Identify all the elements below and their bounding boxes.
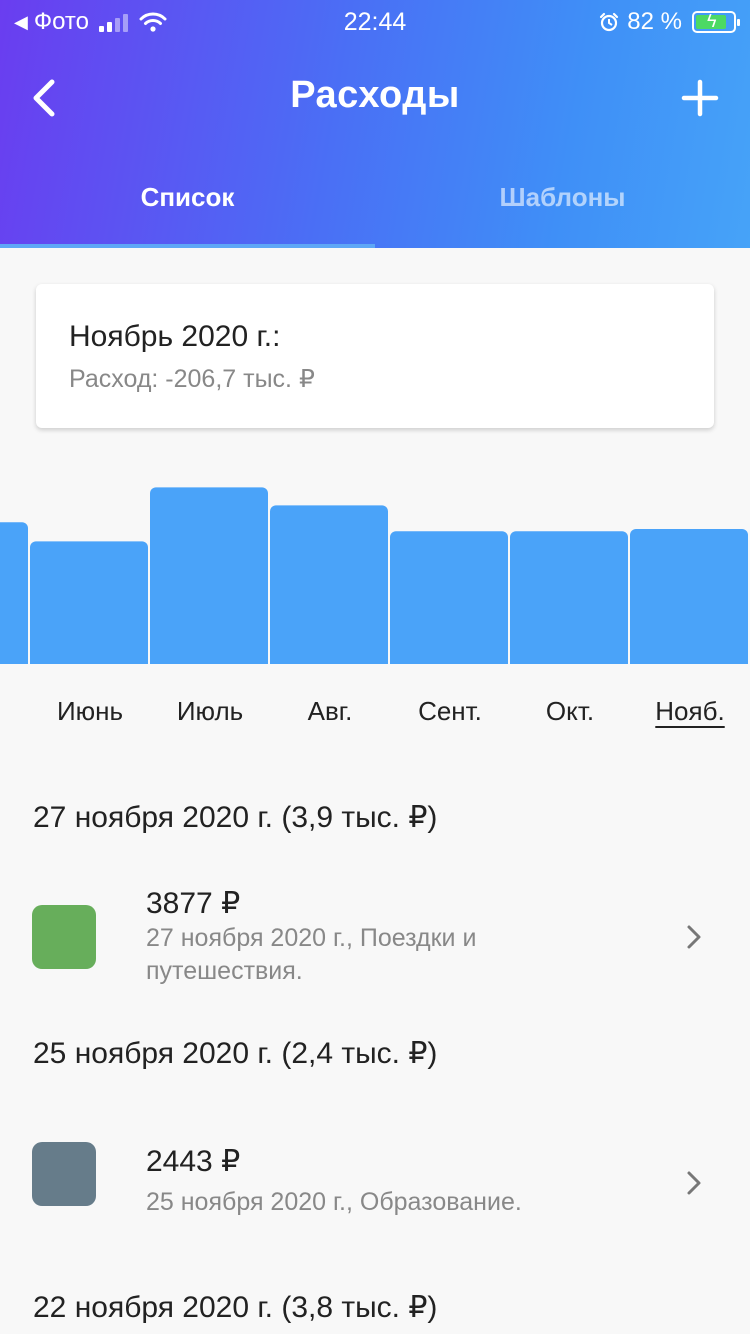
month-summary-card: Ноябрь 2020 г.: Расход: -206,7 тыс. ₽: [36, 284, 714, 428]
month-label-june[interactable]: Июнь: [30, 696, 150, 727]
tab-bar: Список Шаблоны: [0, 160, 750, 248]
chart-bar-Июль[interactable]: [150, 487, 268, 670]
plus-icon[interactable]: [678, 76, 722, 120]
month-label-october[interactable]: Окт.: [510, 696, 630, 727]
expense-item[interactable]: 2443 ₽ 25 ноября 2020 г., Образование.: [0, 1130, 750, 1230]
expense-amount: 2443 ₽: [146, 1145, 241, 1178]
chart-baseline-mask: [0, 664, 750, 670]
day-header: 27 ноября 2020 г. (3,9 тыс. ₽): [33, 801, 438, 834]
month-label-july[interactable]: Июль: [150, 696, 270, 727]
page-title: Расходы: [290, 74, 460, 116]
month-label-november[interactable]: Нояб.: [630, 696, 750, 727]
chart-bar-prev[interactable]: [0, 522, 28, 670]
bolt-icon: ϟ: [707, 11, 717, 31]
expense-description: 25 ноября 2020 г., Образование.: [146, 1188, 522, 1216]
tab-active-indicator: [0, 244, 375, 248]
summary-expense: Расход: -206,7 тыс. ₽: [69, 365, 315, 393]
month-labels: Июнь Июль Авг. Сент. Окт. Нояб.: [0, 696, 750, 736]
chevron-right-icon: [687, 1171, 701, 1195]
category-color-swatch: [32, 1142, 96, 1206]
summary-title: Ноябрь 2020 г.:: [69, 320, 281, 353]
expense-amount: 3877 ₽: [146, 887, 241, 920]
alarm-icon: [600, 12, 619, 32]
day-header: 25 ноября 2020 г. (2,4 тыс. ₽): [33, 1037, 438, 1070]
status-bar: ◀ Фото 22:44 82 % ϟ: [0, 0, 750, 42]
chart-bar-Сент.[interactable]: [390, 531, 508, 670]
battery-cap: [737, 19, 740, 26]
status-right: 82 % ϟ: [599, 8, 740, 36]
month-label-september[interactable]: Сент.: [390, 696, 510, 727]
chart-bar-Нояб.[interactable]: [630, 529, 748, 670]
battery-percent: 82 %: [627, 8, 682, 35]
tab-templates[interactable]: Шаблоны: [375, 160, 750, 248]
monthly-expense-chart[interactable]: [0, 440, 750, 670]
app-header: ◀ Фото 22:44 82 % ϟ Расходы Список Шабло…: [0, 0, 750, 248]
category-color-swatch: [32, 905, 96, 969]
month-label-august[interactable]: Авг.: [270, 696, 390, 727]
chart-bar-Авг.[interactable]: [270, 505, 388, 670]
chevron-right-icon: [687, 925, 701, 949]
chart-bar-Окт.[interactable]: [510, 531, 628, 670]
expense-description: 27 ноября 2020 г., Поездки и путешествия…: [146, 924, 477, 985]
tab-list[interactable]: Список: [0, 160, 375, 248]
chart-bar-Июнь[interactable]: [30, 541, 148, 670]
day-header: 22 ноября 2020 г. (3,8 тыс. ₽): [33, 1291, 438, 1324]
expense-item[interactable]: 3877 ₽ 27 ноября 2020 г., Поездки и путе…: [0, 878, 750, 998]
battery-charging-icon: ϟ: [692, 11, 740, 33]
